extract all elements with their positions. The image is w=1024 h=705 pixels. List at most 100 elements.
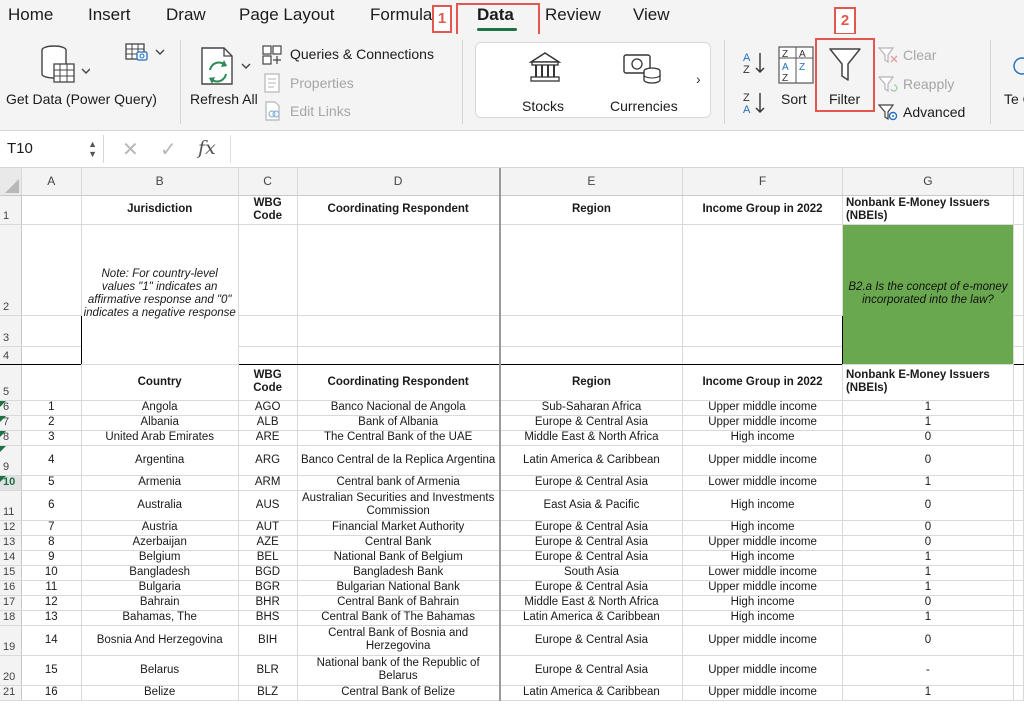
insert-function-icon[interactable]: fx	[198, 137, 216, 159]
filter-funnel-icon[interactable]	[828, 46, 862, 84]
cell-coordinating-respondent[interactable]: Central Bank of Bosnia and Herzegovina	[297, 625, 501, 656]
cell-income-group[interactable]: Upper middle income	[682, 580, 843, 596]
tab-draw[interactable]: Draw	[166, 5, 206, 25]
column-header-h[interactable]	[1013, 168, 1024, 196]
advanced-label[interactable]: Advanced	[903, 105, 965, 120]
cell-region[interactable]: Europe & Central Asia	[499, 520, 684, 536]
question-cell-highlight[interactable]: B2.a Is the concept of e-money incorpora…	[841, 224, 1014, 365]
cell[interactable]	[1013, 364, 1024, 401]
cell-income-group[interactable]: High income	[682, 520, 843, 536]
name-box-dropdown-icon[interactable]: ▲ ▼	[88, 139, 97, 159]
cell-coordinating-respondent[interactable]: Central Bank of Bahrain	[297, 595, 501, 611]
cell-coordinating-respondent[interactable]: Banco Central de la Replica Argentina	[297, 445, 501, 476]
header-region[interactable]: Region	[499, 364, 684, 401]
cell[interactable]	[1013, 655, 1024, 686]
sort-label[interactable]: Sort	[781, 92, 807, 107]
cell-nbei-value[interactable]: 1	[842, 400, 1014, 416]
cell-nbei-value[interactable]: 0	[842, 625, 1014, 656]
cell-income-group[interactable]: High income	[682, 610, 843, 626]
cell-wbg-code[interactable]: ALB	[238, 415, 298, 431]
cell-region[interactable]: Europe & Central Asia	[499, 580, 684, 596]
cell-nbei-value[interactable]: 0	[842, 430, 1014, 446]
cell-index[interactable]: 13	[21, 610, 82, 626]
cell-nbei-value[interactable]: 1	[842, 565, 1014, 581]
cell-wbg-code[interactable]: ARE	[238, 430, 298, 446]
cell-coordinating-respondent[interactable]: The Central Bank of the UAE	[297, 430, 501, 446]
cell-nbei-value[interactable]: 1	[842, 475, 1014, 491]
cell[interactable]	[21, 224, 82, 316]
cell-nbei-value[interactable]: 1	[842, 610, 1014, 626]
cell[interactable]	[1013, 224, 1024, 316]
cell-index[interactable]: 10	[21, 565, 82, 581]
tab-insert[interactable]: Insert	[88, 5, 131, 25]
row-header[interactable]: 19	[0, 625, 22, 656]
cell-country[interactable]: Bangladesh	[81, 565, 239, 581]
cell-income-group[interactable]: Lower middle income	[682, 565, 843, 581]
cell-country[interactable]: Australia	[81, 490, 239, 521]
cell[interactable]	[1013, 580, 1024, 596]
cell-wbg-code[interactable]: BEL	[238, 550, 298, 566]
tab-page-layout[interactable]: Page Layout	[239, 5, 334, 25]
cell-country[interactable]: Austria	[81, 520, 239, 536]
row-header[interactable]: 3	[0, 315, 22, 347]
cell-coordinating-respondent[interactable]: Central Bank of The Bahamas	[297, 610, 501, 626]
cell-country[interactable]: Bahrain	[81, 595, 239, 611]
row-header[interactable]: 15	[0, 565, 22, 581]
cell-income-group[interactable]: Upper middle income	[682, 400, 843, 416]
queries-connections-label[interactable]: Queries & Connections	[290, 47, 434, 62]
row-header[interactable]: 11	[0, 490, 22, 521]
cell-country[interactable]: Belize	[81, 685, 239, 701]
cell[interactable]	[499, 346, 684, 365]
header-nbei[interactable]: Nonbank E-Money Issuers (NBEIs)	[841, 195, 1014, 225]
sort-a-to-z-icon[interactable]: A Z	[742, 50, 768, 76]
cell-country[interactable]: Armenia	[81, 475, 239, 491]
cell[interactable]	[1013, 685, 1024, 701]
cell[interactable]	[297, 224, 501, 316]
cell-income-group[interactable]: Upper middle income	[682, 655, 843, 686]
cell-region[interactable]: Middle East & North Africa	[499, 595, 684, 611]
cell-income-group[interactable]: Upper middle income	[682, 445, 843, 476]
refresh-all-icon[interactable]	[196, 44, 256, 88]
tab-formulas[interactable]: Formulas	[370, 5, 441, 25]
header-income-group[interactable]: Income Group in 2022	[682, 195, 843, 225]
column-header-a[interactable]: A	[21, 168, 82, 196]
cell[interactable]	[21, 195, 82, 225]
row-header[interactable]: 18	[0, 610, 22, 626]
confirm-entry-icon[interactable]: ✓	[160, 137, 177, 162]
currencies-label[interactable]: Currencies	[610, 99, 678, 114]
cell-wbg-code[interactable]: AUS	[238, 490, 298, 521]
cell-index[interactable]: 9	[21, 550, 82, 566]
cell[interactable]	[1013, 610, 1024, 626]
cell-index[interactable]: 16	[21, 685, 82, 701]
header-jurisdiction[interactable]: Jurisdiction	[80, 195, 239, 225]
column-header-c[interactable]: C	[238, 168, 298, 196]
cell-wbg-code[interactable]: ARG	[238, 445, 298, 476]
cell[interactable]	[21, 364, 82, 401]
cell-nbei-value[interactable]: 0	[842, 535, 1014, 551]
cell[interactable]	[297, 346, 501, 365]
cell-income-group[interactable]: High income	[682, 595, 843, 611]
name-box[interactable]: T10 ▲ ▼	[0, 135, 104, 163]
cell-coordinating-respondent[interactable]: Banco Nacional de Angola	[297, 400, 501, 416]
cell[interactable]	[1013, 430, 1024, 446]
cell-index[interactable]: 12	[21, 595, 82, 611]
text-to-columns-label[interactable]: Te Co	[1004, 92, 1024, 107]
cell-wbg-code[interactable]: BLZ	[238, 685, 298, 701]
cell-nbei-value[interactable]: 1	[842, 685, 1014, 701]
advanced-filter-icon[interactable]	[878, 103, 898, 121]
row-header[interactable]: 6	[0, 400, 22, 416]
cell-nbei-value[interactable]: 0	[842, 490, 1014, 521]
row-header[interactable]: 12	[0, 520, 22, 536]
cell-region[interactable]: Europe & Central Asia	[499, 415, 684, 431]
queries-connections-icon[interactable]	[262, 45, 282, 65]
cell-region[interactable]: Latin America & Caribbean	[499, 445, 684, 476]
tab-home[interactable]: Home	[8, 5, 53, 25]
cell-country[interactable]: Albania	[81, 415, 239, 431]
row-header[interactable]: 4	[0, 346, 22, 365]
cell-country[interactable]: Bosnia And Herzegovina	[81, 625, 239, 656]
cell[interactable]	[1013, 520, 1024, 536]
cell-nbei-value[interactable]: 0	[842, 595, 1014, 611]
cell[interactable]	[297, 315, 501, 347]
column-header-e[interactable]: E	[499, 168, 684, 196]
row-header[interactable]: 10	[0, 475, 22, 491]
